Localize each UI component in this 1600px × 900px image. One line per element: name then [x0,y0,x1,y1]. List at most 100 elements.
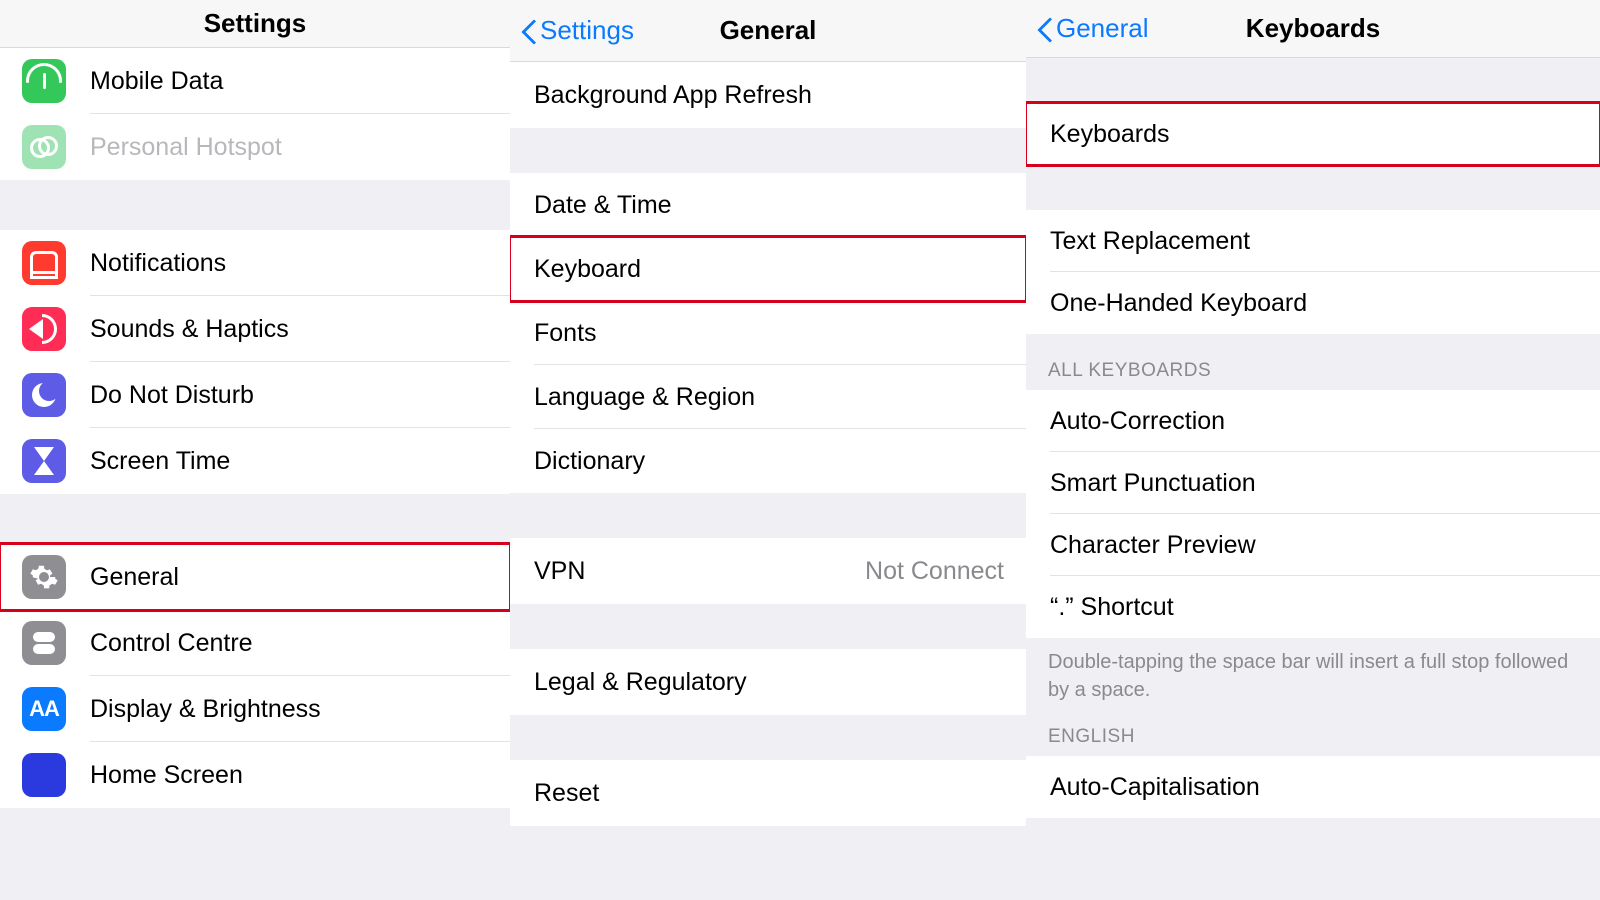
row-label: Auto-Correction [1050,407,1225,436]
row-keyboards[interactable]: Keyboards [1026,103,1600,165]
group-connectivity: Mobile Data Personal Hotspot [0,48,510,180]
hourglass-icon [22,439,66,483]
group-bg: Background App Refresh [510,62,1026,128]
row-label: Sounds & Haptics [90,315,289,344]
row-sounds-haptics[interactable]: Sounds & Haptics [0,296,510,362]
row-label: One-Handed Keyboard [1050,289,1307,318]
toggles-icon [22,621,66,665]
row-label: Keyboards [1050,120,1170,149]
group-english: Auto-Capitalisation [1026,756,1600,818]
row-label: Control Centre [90,629,253,658]
row-label: Personal Hotspot [90,133,282,162]
row-dictionary[interactable]: Dictionary [510,429,1026,493]
row-label: Home Screen [90,761,243,790]
group-gap [0,180,510,230]
section-header-english: ENGLISH [1026,712,1600,756]
group-gap [510,493,1026,538]
row-character-preview[interactable]: Character Preview [1026,514,1600,576]
row-label: Mobile Data [90,67,223,96]
row-home-screen[interactable]: Home Screen [0,742,510,808]
row-control-centre[interactable]: Control Centre [0,610,510,676]
group-gap [0,494,510,544]
row-reset[interactable]: Reset [510,760,1026,826]
section-header-all: ALL KEYBOARDS [1026,334,1600,390]
group-system: Date & Time Keyboard Fonts Language & Regio… [510,173,1026,493]
row-personal-hotspot[interactable]: Personal Hotspot [0,114,510,180]
row-label: Notifications [90,249,226,278]
bell-icon [22,241,66,285]
section-footer: Double-tapping the space bar will insert… [1026,638,1600,712]
group-gap [1026,165,1600,210]
row-label: Dictionary [534,447,645,476]
row-auto-capitalisation[interactable]: Auto-Capitalisation [1026,756,1600,818]
row-label: Date & Time [534,191,672,220]
pane-settings: Settings Mobile Data Personal Hotspot Not… [0,0,510,900]
row-screen-time[interactable]: Screen Time [0,428,510,494]
row-label: Screen Time [90,447,230,476]
back-button[interactable]: Settings [510,15,634,46]
chevron-left-icon [1036,14,1054,44]
group-gap [510,128,1026,173]
row-label: VPN [534,557,585,586]
row-label: Background App Refresh [534,81,812,110]
group-keyboards: Keyboards [1026,103,1600,165]
three-pane-tutorial: Settings Mobile Data Personal Hotspot Not… [0,0,1600,900]
row-language-region[interactable]: Language & Region [510,365,1026,429]
row-text-replacement[interactable]: Text Replacement [1026,210,1600,272]
navbar: Settings General [510,0,1026,62]
group-gap [510,715,1026,760]
row-value: Not Connect [865,557,1004,586]
grid-icon [22,753,66,797]
row-general[interactable]: General [0,544,510,610]
row-label: Smart Punctuation [1050,469,1256,498]
chevron-left-icon [520,16,538,46]
row-background-app-refresh[interactable]: Background App Refresh [510,62,1026,128]
group-all-kbd: Auto-Correction Smart Punctuation Characte… [1026,390,1600,638]
aa-icon: AA [22,687,66,731]
row-label: Do Not Disturb [90,381,254,410]
back-label: Settings [540,15,634,46]
row-smart-punctuation[interactable]: Smart Punctuation [1026,452,1600,514]
row-dot-shortcut[interactable]: “.” Shortcut [1026,576,1600,638]
row-notifications[interactable]: Notifications [0,230,510,296]
row-vpn[interactable]: VPN Not Connect [510,538,1026,604]
row-fonts[interactable]: Fonts [510,301,1026,365]
back-button[interactable]: General [1026,13,1149,44]
link-icon [22,125,66,169]
pane-general: Settings General Background App Refresh … [510,0,1026,900]
group-gap [1026,58,1600,103]
group-text: Text Replacement One-Handed Keyboard [1026,210,1600,334]
group-device: General Control Centre AA Display & Brightn… [0,544,510,808]
row-keyboard[interactable]: Keyboard [510,237,1026,301]
row-label: General [90,563,179,592]
row-mobile-data[interactable]: Mobile Data [0,48,510,114]
navbar: Settings [0,0,510,48]
row-auto-correction[interactable]: Auto-Correction [1026,390,1600,452]
group-vpn: VPN Not Connect [510,538,1026,604]
row-do-not-disturb[interactable]: Do Not Disturb [0,362,510,428]
back-label: General [1056,13,1149,44]
nav-title: Settings [0,8,510,39]
row-label: Keyboard [534,255,641,284]
row-label: Character Preview [1050,531,1256,560]
row-date-time[interactable]: Date & Time [510,173,1026,237]
row-label: Display & Brightness [90,695,321,724]
row-label: Auto-Capitalisation [1050,773,1260,802]
row-display-brightness[interactable]: AA Display & Brightness [0,676,510,742]
moon-icon [22,373,66,417]
row-legal-regulatory[interactable]: Legal & Regulatory [510,649,1026,715]
sound-icon [22,307,66,351]
pane-keyboards: General Keyboards Keyboards Text Replace… [1026,0,1600,900]
row-label: Reset [534,779,599,808]
row-label: Text Replacement [1050,227,1250,256]
highlight-box [0,542,510,612]
row-label: Legal & Regulatory [534,668,747,697]
row-one-handed-keyboard[interactable]: One-Handed Keyboard [1026,272,1600,334]
group-reset: Reset [510,760,1026,826]
antenna-icon [22,59,66,103]
group-legal: Legal & Regulatory [510,649,1026,715]
row-label: “.” Shortcut [1050,593,1174,622]
group-alerts: Notifications Sounds & Haptics Do Not Dist… [0,230,510,494]
row-label: Fonts [534,319,597,348]
navbar: General Keyboards [1026,0,1600,58]
